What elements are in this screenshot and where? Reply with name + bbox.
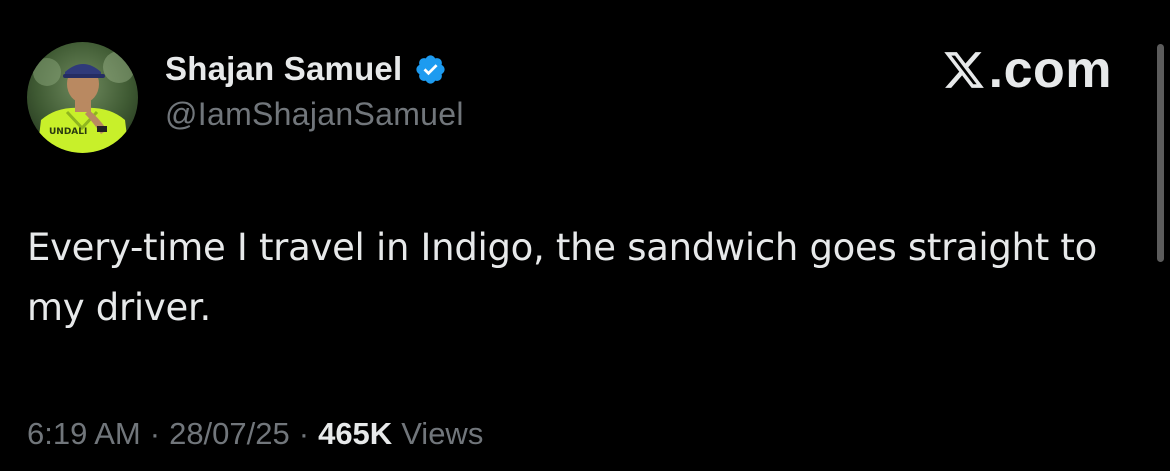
scrollbar-thumb[interactable] [1157, 44, 1164, 262]
views-label[interactable]: Views [401, 416, 483, 452]
x-logo-icon [942, 48, 986, 92]
brand-domain-text: .com [988, 41, 1112, 99]
meta-separator: · [298, 416, 310, 451]
tweet-date[interactable]: 28/07/25 [169, 416, 290, 452]
tweet-meta: 6:19 AM · 28/07/25 · 465K Views [27, 416, 483, 452]
meta-separator: · [149, 416, 161, 451]
author-name-row: Shajan Samuel [165, 48, 464, 90]
avatar-photo: UNDALI [27, 42, 138, 153]
tweet-time[interactable]: 6:19 AM [27, 416, 141, 452]
verified-badge-icon [414, 53, 447, 86]
views-count[interactable]: 465K [318, 416, 392, 452]
author-handle[interactable]: @IamShajanSamuel [165, 96, 464, 133]
x-com-brand: .com [942, 40, 1112, 100]
svg-text:UNDALI: UNDALI [49, 127, 87, 137]
author-display-name[interactable]: Shajan Samuel [165, 50, 402, 88]
author-info: Shajan Samuel @IamShajanSamuel [165, 48, 464, 133]
tweet-card: UNDALI Shajan Samuel @IamShajanSamuel .c… [0, 0, 1170, 471]
tweet-text: Every-time I travel in Indigo, the sandw… [27, 226, 1097, 329]
avatar[interactable]: UNDALI [27, 42, 138, 153]
